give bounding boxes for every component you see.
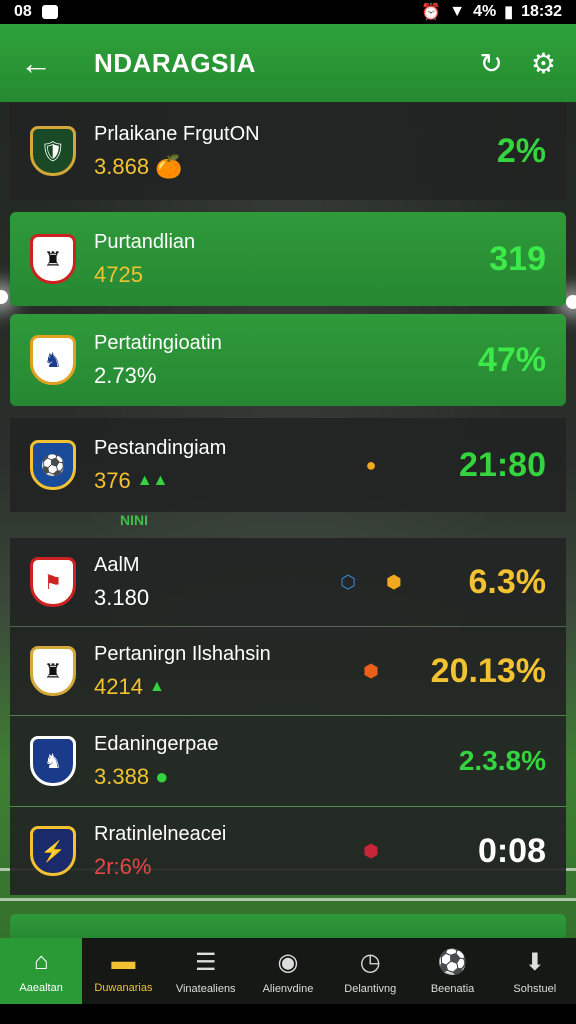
team-crest-icon: ⚑ [30,557,76,607]
list-item[interactable] [10,914,566,940]
list-item[interactable]: 🛡 Prlaikane FrgutON 3.868 🍊 2% [10,102,566,200]
team-crest-icon: ⚡ [30,826,76,876]
nav-label: Alienvdine [262,982,314,995]
system-navigation-bar [0,1004,576,1024]
home-icon: ⌂ [33,948,49,975]
status-time-right: 18:32 [521,3,562,20]
list-item[interactable]: ♞ Edaningerpae 3.388 ● 2.3.8% [10,716,566,806]
dot-icon: ● [365,454,377,475]
trend-icon: ▲▲ [136,471,169,489]
badge-icon: ⬢ [363,840,379,861]
nav-item-download[interactable]: ⬇ Sohstuel [494,938,576,1004]
team-crest-icon: 🛡 [30,126,76,176]
refresh-icon[interactable]: ↻ [479,47,502,80]
row-value: 21:80 [459,445,546,484]
status-time-left: 08 [14,3,32,20]
section-label: NINI [120,512,148,528]
gear-icon[interactable]: ⚙ [531,47,556,80]
team-stat: 376 [94,467,131,493]
clock-icon: ◷ [359,948,381,976]
team-stat: 2r:6% [94,853,152,879]
nav-label: Sohstuel [513,982,557,995]
pitch-line [0,898,576,901]
team-name: Edaningerpae [94,732,219,755]
arrow-left-icon[interactable]: ← [20,45,70,82]
row-value: 2.3.8% [458,745,546,776]
nav-label: Duwanarias [94,982,153,994]
floodlight [0,290,8,304]
row-value: 47% [477,340,546,379]
nav-item-home[interactable]: ⌂ Aaealtan [0,938,83,1004]
status-bar: 08 ⏰ ▼ 4% ▮ 18:32 [0,0,576,24]
download-icon: ⬇ [524,948,545,976]
list-item[interactable]: ♜ Pertanirgn Ilshahsin 4214 ▲ ⬢ 20.13% [10,627,566,715]
floodlight [566,295,576,309]
team-crest-icon: ♞ [30,736,76,786]
ball-icon: ⚽ [437,948,468,976]
trend-icon: ▲ [148,677,165,695]
team-crest-icon: ♜ [30,646,76,696]
nav-item-schedule[interactable]: ◷ Delantivng [329,938,411,1004]
nav-label: Beenatia [430,982,475,995]
list-item[interactable]: ⚽ Pestandingiam 376 ▲▲ ● 21:80 [10,418,566,512]
list-item[interactable]: ♜ Purtandlian 4725 319 [10,212,566,306]
notification-icon [41,5,58,19]
nav-item-camera[interactable]: ◉ Alienvdine [247,938,329,1004]
team-stat: 4725 [94,261,143,287]
team-stat: 4214 [94,673,143,699]
team-stat: 3.868 [94,153,150,179]
list-item[interactable]: ⚑ AalM 3.180 ⬡ ⬢ 6.3% [10,538,566,626]
ticket-icon: ▬ [111,948,136,975]
apple-icon: ● [155,763,169,789]
team-name: Pertatingioatin [94,331,222,354]
nav-label: Vinatealiens [175,982,236,995]
team-name: Pertanirgn Ilshahsin [94,642,271,665]
nav-item-tickets[interactable]: ▬ Duwanarias [82,938,164,1004]
page-title: NDARAGSIA [94,47,256,78]
row-value: 319 [489,239,546,278]
bottom-navigation: ⌂ Aaealtan ▬ Duwanarias ☰ Vinatealiens ◉… [0,938,576,1004]
row-value: 20.13% [430,651,546,690]
app-bar: ← NDARAGSIA ↻ ⚙ [0,24,576,102]
nav-item-news[interactable]: ☰ Vinatealiens [165,938,247,1004]
team-crest-icon: ⚽ [30,440,76,490]
team-crest-icon: ♜ [30,234,76,284]
fruit-icon: 🍊 [155,153,183,179]
nav-label: Aaealtan [19,982,63,994]
alarm-icon: ⏰ [421,4,442,21]
team-name: Rratinlelneacei [94,822,227,845]
team-crest-icon: ♞ [30,335,76,385]
team-stat: 3.180 [94,584,150,610]
camera-icon: ◉ [277,948,299,976]
row-value: 2% [496,131,546,170]
shield-icon: ⬡ [340,571,356,592]
team-name: Purtandlian [94,230,196,253]
team-stat: 2.73% [94,362,157,388]
badge-icon: ⬢ [363,660,379,681]
row-value: 6.3% [468,562,547,601]
list-item[interactable]: ♞ Pertatingioatin 2.73% 47% [10,314,566,406]
team-name: Prlaikane FrgutON [94,122,260,145]
row-value: 0:08 [477,831,546,870]
team-name: AalM [94,553,140,576]
team-name: Pestandingiam [94,436,227,459]
list-item[interactable]: ⚡ Rratinlelneacei 2r:6% ⬢ 0:08 [10,807,566,895]
news-icon: ☰ [194,948,217,976]
battery-percent: 4% [473,3,497,20]
battery-icon: ▮ [504,4,514,21]
wifi-icon: ▼ [449,3,466,20]
badge-icon: ⬢ [386,571,402,592]
nav-label: Delantivng [344,982,397,995]
nav-item-ball[interactable]: ⚽ Beenatia [411,938,493,1004]
team-stat: 3.388 [94,763,150,789]
